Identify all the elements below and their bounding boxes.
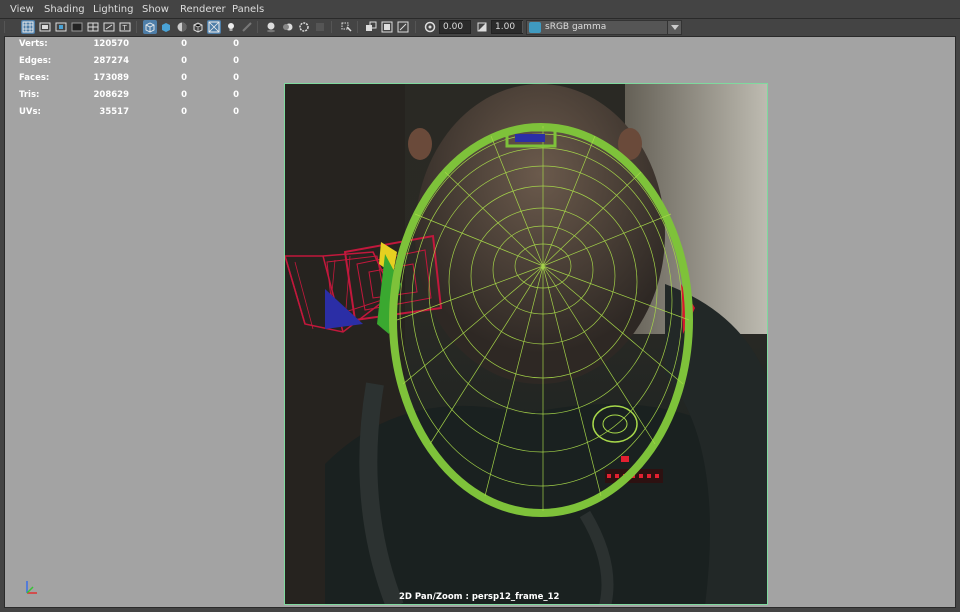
- smooth-shade-icon[interactable]: [159, 20, 173, 34]
- hud-value: 120570: [93, 39, 130, 49]
- gamma-icon[interactable]: [475, 20, 489, 34]
- hud-value: 0: [181, 56, 187, 66]
- menu-renderer[interactable]: Renderer: [180, 4, 226, 15]
- menu-show[interactable]: Show: [142, 4, 169, 15]
- chevron-down-icon[interactable]: [667, 21, 681, 34]
- hud-label: Faces:: [19, 73, 50, 83]
- hud-value: 0: [181, 73, 187, 83]
- hud-value: 0: [233, 90, 239, 100]
- camera-wireframe: [285, 234, 443, 333]
- lights-icon[interactable]: [224, 20, 238, 34]
- depth-of-field-icon[interactable]: [313, 20, 327, 34]
- shadows-icon[interactable]: [240, 20, 254, 34]
- toolbar-separator: [257, 21, 258, 33]
- hud-value: 0: [233, 107, 239, 117]
- xray-icon[interactable]: [191, 20, 205, 34]
- hud-value: 0: [233, 73, 239, 83]
- hud-row-uvs: UVs: 35517 0 0: [19, 107, 239, 124]
- toolbar-separator: [415, 21, 416, 33]
- wireframe-on-shaded-icon[interactable]: [207, 20, 221, 34]
- hud-row-tris: Tris: 208629 0 0: [19, 90, 239, 107]
- wireframe-icon[interactable]: [143, 20, 157, 34]
- hud-row-edges: Edges: 287274 0 0: [19, 56, 239, 73]
- head-wireframe-mesh: [285, 123, 695, 517]
- viewport-panel[interactable]: Verts: 120570 0 0 Edges: 287274 0 0 Face…: [4, 36, 956, 608]
- ambient-occlusion-icon[interactable]: [264, 20, 278, 34]
- hud-label: Edges:: [19, 56, 52, 66]
- menu-view[interactable]: View: [10, 4, 34, 15]
- colorspace-value: sRGB gamma: [545, 22, 607, 32]
- hud-label: Tris:: [19, 90, 40, 100]
- toolbar-separator: [331, 21, 332, 33]
- hud-value: 0: [181, 39, 187, 49]
- hud-value: 0: [181, 107, 187, 117]
- xray-joints-icon[interactable]: [364, 20, 378, 34]
- toolbar-separator: [4, 21, 5, 33]
- colorspace-icon: [529, 22, 541, 33]
- menu-panels[interactable]: Panels: [232, 4, 264, 15]
- exposure-icon[interactable]: [423, 20, 437, 34]
- toolbar-separator: [522, 21, 523, 33]
- hud-value: 35517: [99, 107, 129, 117]
- select-camera-icon[interactable]: [21, 20, 35, 34]
- bookmark-icon[interactable]: [54, 20, 68, 34]
- hud-label: Verts:: [19, 39, 48, 49]
- grid-icon[interactable]: [86, 20, 100, 34]
- hud-value: 0: [233, 39, 239, 49]
- toolbar-separator: [357, 21, 358, 33]
- camera-attributes-icon[interactable]: [38, 20, 52, 34]
- motion-blur-icon[interactable]: [281, 20, 295, 34]
- colorspace-dropdown[interactable]: sRGB gamma: [526, 20, 682, 35]
- film-gate-icon[interactable]: [102, 20, 116, 34]
- isolate-select-icon[interactable]: [339, 20, 353, 34]
- hud-row-faces: Faces: 173089 0 0: [19, 73, 239, 90]
- toolbar-separator: [136, 21, 137, 33]
- hud-value: 0: [181, 90, 187, 100]
- antialiasing-icon[interactable]: [297, 20, 311, 34]
- backface-icon[interactable]: [396, 20, 410, 34]
- hud-value: 173089: [93, 73, 130, 83]
- hud-value: 0: [233, 56, 239, 66]
- hud-label: UVs:: [19, 107, 41, 117]
- poly-count-hud: Verts: 120570 0 0 Edges: 287274 0 0 Face…: [19, 39, 239, 124]
- pan-zoom-label: 2D Pan/Zoom : persp12_frame_12: [399, 592, 560, 602]
- menu-shading[interactable]: Shading: [44, 4, 85, 15]
- resolution-gate-icon[interactable]: T: [118, 20, 132, 34]
- mesh-outer-ring: [389, 123, 693, 517]
- hud-value: 208629: [93, 90, 130, 100]
- menu-lighting[interactable]: Lighting: [93, 4, 133, 15]
- resolution-gate: [284, 83, 768, 605]
- panel-toolbar: T 0.00 1.00 sRGB gamma: [0, 19, 960, 36]
- image-plane-icon[interactable]: [70, 20, 84, 34]
- panel-menubar: View Shading Lighting Show Renderer Pane…: [0, 0, 960, 19]
- exposure-field[interactable]: 0.00: [439, 20, 471, 34]
- gamma-field[interactable]: 1.00: [491, 20, 523, 34]
- svg-text:T: T: [122, 24, 128, 32]
- hud-value: 287274: [93, 56, 130, 66]
- default-material-icon[interactable]: [175, 20, 189, 34]
- view-axis-icon: [26, 581, 37, 594]
- hud-row-verts: Verts: 120570 0 0: [19, 39, 239, 56]
- xray-active-icon[interactable]: [380, 20, 394, 34]
